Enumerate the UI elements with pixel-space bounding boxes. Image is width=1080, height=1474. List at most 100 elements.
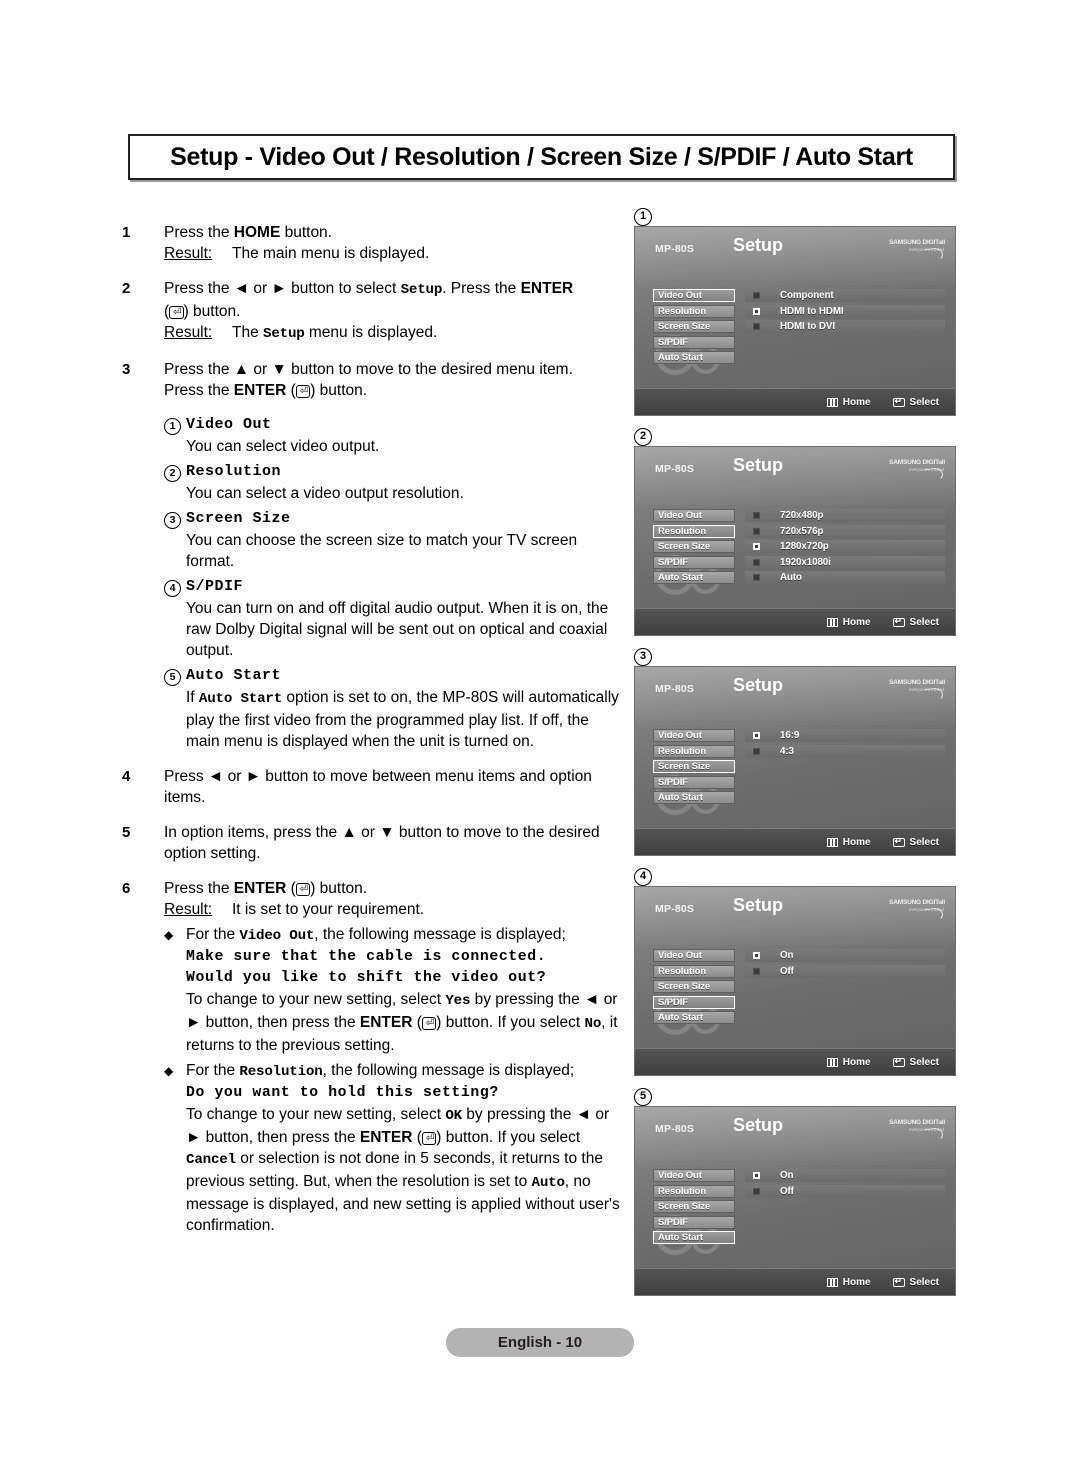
menu-item-selected[interactable]: Resolution	[653, 524, 735, 538]
enter-key-label: ENTER	[520, 280, 574, 297]
text-fragment: To change to your new setting, select	[186, 991, 446, 1008]
menu-item[interactable]: Video Out	[653, 509, 735, 522]
home-key-label: HOME	[233, 224, 281, 241]
option-row[interactable]: 1920x1080i	[745, 555, 945, 569]
menu-item-selected[interactable]: S/PDIF	[653, 995, 735, 1009]
screenshot-panel-3: 3 MP-80S Setup SAMSUNG DIGITall everyone's i…	[634, 644, 964, 856]
select-action[interactable]: Select	[892, 616, 939, 628]
screen-gloss	[635, 227, 955, 285]
home-action[interactable]: Home	[826, 837, 871, 848]
instruction-column: 1 Press the HOME button. Result: The mai…	[122, 222, 622, 1236]
subitem-head: 5 Auto Start	[164, 666, 622, 686]
menu-item[interactable]: Screen Size	[653, 980, 735, 993]
home-label: Home	[842, 396, 871, 408]
home-action[interactable]: Home	[826, 1057, 871, 1068]
setup-menu-list: Video Out Resolution Screen Size S/PDIF Auto…	[653, 1169, 735, 1247]
menu-item[interactable]: Auto Start	[653, 1011, 735, 1024]
menu-item[interactable]: Resolution	[653, 744, 735, 758]
result-line: Result: The Setup menu is displayed.	[164, 322, 622, 345]
logo-line-1: SAMSUNG DIGITall	[889, 899, 945, 906]
circled-number: 2	[164, 462, 186, 482]
enter-key-icon: ⏎	[295, 883, 311, 896]
screenshot-panel-1: 1 MP-80S Setup SAMSUNG DIGITall everyone's i…	[634, 204, 964, 416]
menu-item[interactable]: Screen Size	[653, 540, 735, 553]
option-row[interactable]: 1280x720p	[745, 540, 945, 553]
option-row[interactable]: 720x480p	[745, 509, 945, 522]
select-action[interactable]: Select	[892, 1276, 939, 1288]
option-row[interactable]: On	[745, 1169, 945, 1182]
home-icon	[826, 397, 838, 407]
step-body: Press the HOME button. Result: The main …	[164, 222, 622, 264]
option-row[interactable]: On	[745, 949, 945, 962]
result-label: Result:	[164, 245, 213, 262]
option-row[interactable]: Component	[745, 289, 945, 302]
select-action[interactable]: Select	[892, 396, 939, 408]
menu-item[interactable]: Auto Start	[653, 571, 735, 584]
option-row[interactable]: HDMI to DVI	[745, 320, 945, 333]
menu-item[interactable]: Video Out	[653, 949, 735, 962]
circled-number: 4	[164, 577, 186, 597]
option-list: 16:9 4:3	[745, 729, 945, 760]
menu-item-selected[interactable]: Video Out	[653, 289, 735, 302]
screen-action-bar: Home Select	[635, 388, 955, 415]
radio-selected-icon	[753, 952, 760, 959]
radio-unselected-icon	[753, 574, 760, 581]
select-action[interactable]: Select	[892, 836, 939, 848]
text-fragment: To change to your new setting, select	[186, 1106, 446, 1123]
menu-item[interactable]: Screen Size	[653, 1200, 735, 1213]
option-list: On Off	[745, 949, 945, 980]
menu-item[interactable]: Resolution	[653, 964, 735, 978]
menu-item[interactable]: S/PDIF	[653, 1215, 735, 1229]
dialog-message-line-1: Make sure that the cable is connected.	[186, 949, 547, 965]
samsung-logo: SAMSUNG DIGITall everyone's invited.	[873, 239, 945, 264]
option-row[interactable]: 4:3	[745, 744, 945, 758]
text-fragment: , the following message is displayed;	[314, 926, 566, 943]
option-row[interactable]: Off	[745, 964, 945, 978]
menu-item[interactable]: Video Out	[653, 729, 735, 742]
screen-action-bar: Home Select	[635, 1048, 955, 1075]
radio-unselected-icon	[753, 967, 760, 975]
option-row[interactable]: 16:9	[745, 729, 945, 742]
menu-item[interactable]: Auto Start	[653, 351, 735, 364]
radio-unselected-icon	[753, 1187, 760, 1195]
text-fragment: For the	[186, 926, 240, 943]
menu-item[interactable]: S/PDIF	[653, 555, 735, 569]
option-label: 1280x720p	[780, 541, 829, 552]
option-row[interactable]: HDMI to HDMI	[745, 304, 945, 318]
radio-unselected-icon	[753, 747, 760, 755]
step-number: 3	[122, 361, 131, 378]
device-model-label: MP-80S	[655, 1123, 695, 1135]
home-action[interactable]: Home	[826, 617, 871, 628]
panel-circled-number: 3	[634, 644, 964, 666]
menu-item-selected[interactable]: Auto Start	[653, 1231, 735, 1244]
subitem-head: 1 Video Out	[164, 415, 622, 435]
select-enter-icon	[892, 396, 905, 407]
radio-unselected-icon	[753, 512, 760, 519]
home-action[interactable]: Home	[826, 1277, 871, 1288]
option-row[interactable]: 720x576p	[745, 524, 945, 538]
option-row[interactable]: Auto	[745, 571, 945, 584]
option-label: HDMI to HDMI	[780, 305, 844, 317]
step-number: 5	[122, 824, 131, 841]
home-icon	[826, 837, 838, 847]
option-label: 4:3	[780, 745, 794, 757]
select-action[interactable]: Select	[892, 1056, 939, 1068]
menu-item-selected[interactable]: Screen Size	[653, 760, 735, 773]
step-4: 4 Press ◄ or ► button to move between me…	[122, 766, 622, 808]
step-number: 6	[122, 880, 131, 897]
menu-item[interactable]: Video Out	[653, 1169, 735, 1182]
menu-item[interactable]: Screen Size	[653, 320, 735, 333]
dialog-message-line-2: Would you like to shift the video out?	[186, 970, 547, 986]
menu-item[interactable]: S/PDIF	[653, 775, 735, 789]
setup-screen: MP-80S Setup SAMSUNG DIGITall everyone's in…	[634, 666, 956, 856]
option-label: 1920x1080i	[780, 556, 831, 568]
option-row[interactable]: Off	[745, 1184, 945, 1198]
home-action[interactable]: Home	[826, 396, 871, 408]
menu-item[interactable]: Resolution	[653, 1184, 735, 1198]
result-label: Result:	[164, 901, 213, 918]
menu-item[interactable]: Auto Start	[653, 791, 735, 804]
menu-item[interactable]: Resolution	[653, 304, 735, 318]
screen-title: Setup	[733, 455, 784, 475]
screen-title: Setup	[733, 675, 784, 695]
menu-item[interactable]: S/PDIF	[653, 335, 735, 349]
